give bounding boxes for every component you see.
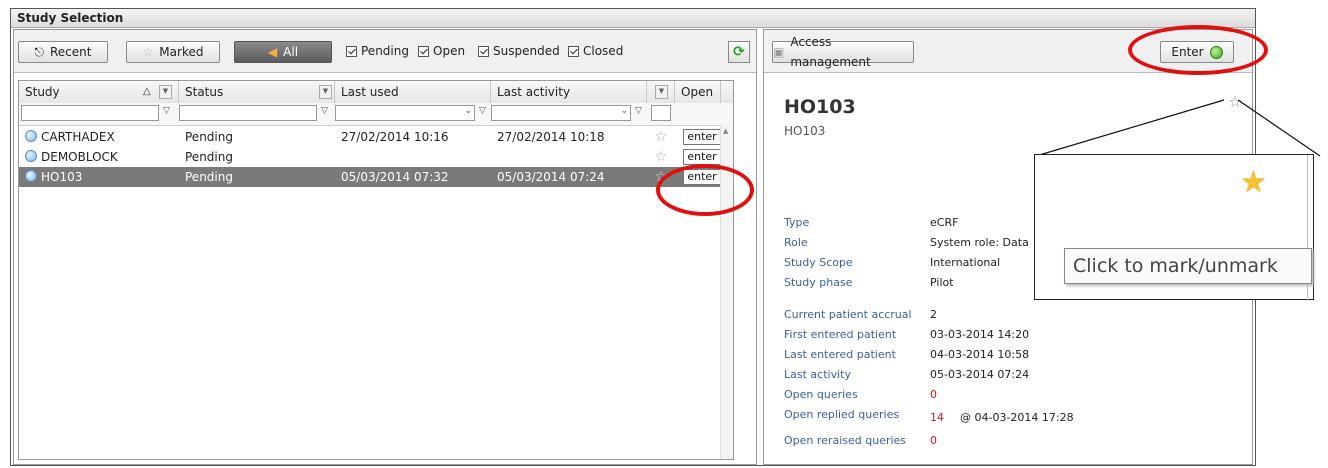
mark-tooltip: Click to mark/unmark (1064, 248, 1312, 284)
star-filled-icon: ★ (1240, 165, 1267, 200)
